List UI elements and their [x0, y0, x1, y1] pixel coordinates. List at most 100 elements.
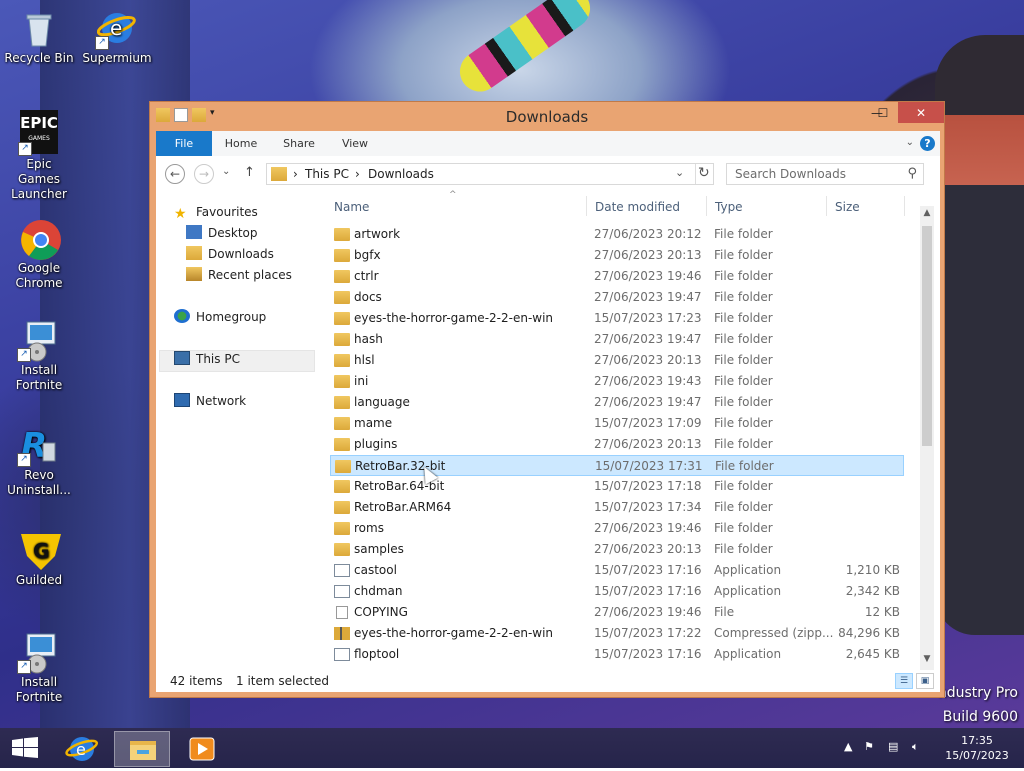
taskbar-clock[interactable]: 17:35 15/07/2023: [944, 733, 1010, 763]
table-row[interactable]: mame 15/07/2023 17:09 File folder: [330, 413, 904, 434]
build-watermark-line1: ndustry Pro: [937, 685, 1018, 701]
table-row[interactable]: RetroBar.ARM64 15/07/2023 17:34 File folde…: [330, 497, 904, 518]
table-row[interactable]: plugins 27/06/2023 20:13 File folder: [330, 434, 904, 455]
table-row[interactable]: eyes-the-horror-game-2-2-en-win 15/07/202…: [330, 623, 904, 644]
forward-button[interactable]: →: [194, 164, 214, 184]
breadcrumb-separator[interactable]: ›: [355, 167, 360, 181]
tab-home[interactable]: Home: [216, 131, 266, 156]
window-title: Downloads: [505, 108, 589, 126]
table-row[interactable]: samples 27/06/2023 20:13 File folder: [330, 539, 904, 560]
file-type: Compressed (zipp...: [714, 626, 834, 640]
column-name[interactable]: Name: [334, 200, 369, 214]
table-row[interactable]: chdman 15/07/2023 17:16 Application 2,342 K…: [330, 581, 904, 602]
breadcrumb-downloads[interactable]: Downloads: [368, 167, 434, 181]
vertical-scrollbar[interactable]: ▲ ▼: [920, 206, 934, 670]
file-type: File folder: [714, 311, 773, 325]
table-row[interactable]: artwork 27/06/2023 20:12 File folder: [330, 224, 904, 245]
table-row[interactable]: hlsl 27/06/2023 20:13 File folder: [330, 350, 904, 371]
nav-this-pc[interactable]: This PC: [174, 349, 240, 370]
desktop-icon-chrome[interactable]: Google Chrome: [0, 218, 78, 291]
table-row[interactable]: ini 27/06/2023 19:43 File folder: [330, 371, 904, 392]
table-row[interactable]: RetroBar.32-bit 15/07/2023 17:31 File fold…: [330, 455, 904, 476]
file-type: File folder: [714, 416, 773, 430]
clock-time: 17:35: [961, 734, 993, 747]
expand-ribbon-icon[interactable]: ⌄: [906, 137, 914, 148]
nav-homegroup[interactable]: Homegroup: [174, 307, 266, 328]
search-box[interactable]: Search Downloads ⚲: [726, 163, 924, 185]
maximize-button[interactable]: ☐: [870, 102, 896, 123]
refresh-icon[interactable]: ↻: [698, 165, 710, 181]
desktop-icon-revo-uninstaller[interactable]: R ↗ Revo Uninstall...: [0, 425, 78, 498]
table-row[interactable]: ctrlr 27/06/2023 19:46 File folder: [330, 266, 904, 287]
chrome-icon: [19, 218, 61, 260]
nav-network[interactable]: Network: [174, 391, 246, 412]
desktop-icon-epic-games[interactable]: EPIC GAMES ↗ Epic Games Launcher: [0, 110, 78, 202]
svg-text:e: e: [76, 740, 86, 759]
desktop-icon-recycle-bin[interactable]: Recycle Bin: [0, 8, 78, 66]
nav-downloads[interactable]: Downloads: [186, 244, 274, 265]
search-icon[interactable]: ⚲: [907, 166, 917, 181]
nav-favourites[interactable]: ★ Favourites: [174, 202, 258, 223]
scroll-up-icon[interactable]: ▲: [920, 208, 934, 222]
table-row[interactable]: COPYING 27/06/2023 19:46 File 12 KB: [330, 602, 904, 623]
table-row[interactable]: floptool 15/07/2023 17:16 Application 2,645…: [330, 644, 904, 665]
breadcrumb-separator[interactable]: ›: [293, 167, 298, 181]
large-icons-view-icon[interactable]: ▣: [916, 673, 934, 689]
desktop-icon-install-fortnite-2[interactable]: ↗ Install Fortnite: [0, 632, 78, 705]
close-button[interactable]: ✕: [898, 102, 944, 123]
file-date: 27/06/2023 19:46: [594, 605, 702, 619]
application-icon: [334, 648, 350, 661]
status-bar: 42 items 1 item selected ☰ ▣: [156, 670, 940, 692]
scroll-thumb[interactable]: [922, 226, 932, 446]
column-type[interactable]: Type: [715, 200, 743, 214]
file-type: File folder: [714, 437, 773, 451]
recent-locations-icon[interactable]: ⌄: [222, 166, 230, 177]
file-type: File folder: [714, 353, 773, 367]
address-dropdown-icon[interactable]: ⌄: [675, 166, 684, 179]
internet-explorer-icon: e: [65, 737, 99, 761]
table-row[interactable]: hash 27/06/2023 19:47 File folder: [330, 329, 904, 350]
table-row[interactable]: language 27/06/2023 19:47 File folder: [330, 392, 904, 413]
back-button[interactable]: ←: [165, 164, 185, 184]
breadcrumb-this-pc[interactable]: This PC: [305, 167, 349, 181]
table-row[interactable]: docs 27/06/2023 19:47 File folder: [330, 287, 904, 308]
folder-icon: [334, 333, 350, 346]
file-type: File folder: [714, 479, 773, 493]
table-row[interactable]: castool 15/07/2023 17:16 Application 1,210 …: [330, 560, 904, 581]
column-date-modified[interactable]: Date modified: [595, 200, 680, 214]
table-row[interactable]: roms 27/06/2023 19:46 File folder: [330, 518, 904, 539]
table-row[interactable]: eyes-the-horror-game-2-2-en-win 15/07/202…: [330, 308, 904, 329]
show-hidden-icons[interactable]: ▲: [844, 740, 852, 753]
network-icon: [174, 393, 190, 407]
volume-muted-icon[interactable]: 🔈︎: [912, 740, 919, 754]
tab-view[interactable]: View: [330, 131, 380, 156]
title-bar[interactable]: ▾ Downloads — ☐ ✕: [150, 102, 944, 131]
start-button[interactable]: [12, 737, 38, 759]
file-name: eyes-the-horror-game-2-2-en-win: [354, 626, 554, 640]
desktop-icon-supermium[interactable]: e ↗ Supermium: [78, 8, 156, 66]
details-view-icon[interactable]: ☰: [895, 673, 913, 689]
up-button[interactable]: ↑: [244, 165, 255, 180]
column-size[interactable]: Size: [835, 200, 860, 214]
desktop-folder-icon: [186, 225, 202, 239]
desktop-icon-guilded[interactable]: G Guilded: [0, 530, 78, 588]
action-center-flag-icon[interactable]: ⚑: [864, 740, 874, 753]
nav-desktop[interactable]: Desktop: [186, 223, 258, 244]
help-icon[interactable]: ?: [920, 136, 935, 151]
network-tray-icon[interactable]: ▤: [888, 740, 898, 753]
svg-text:e: e: [110, 16, 122, 40]
file-name: artwork: [354, 227, 401, 241]
tab-file[interactable]: File: [156, 131, 212, 156]
explorer-window[interactable]: ▾ Downloads — ☐ ✕ File Home Share View ⌄…: [149, 101, 945, 698]
table-row[interactable]: RetroBar.64-bit 15/07/2023 17:18 File fold…: [330, 476, 904, 497]
taskbar-internet-explorer[interactable]: e: [54, 731, 110, 767]
taskbar-file-explorer[interactable]: [114, 731, 170, 767]
tab-share[interactable]: Share: [274, 131, 324, 156]
sort-arrow-icon: ^: [449, 190, 457, 200]
table-row[interactable]: bgfx 27/06/2023 20:13 File folder: [330, 245, 904, 266]
nav-recent-places[interactable]: Recent places: [186, 265, 292, 286]
desktop-icon-install-fortnite-1[interactable]: ↗ Install Fortnite: [0, 320, 78, 393]
scroll-down-icon[interactable]: ▼: [920, 654, 934, 668]
taskbar-media-player[interactable]: [176, 731, 228, 767]
address-bar[interactable]: › This PC › Downloads ⌄ ↻: [266, 163, 714, 185]
